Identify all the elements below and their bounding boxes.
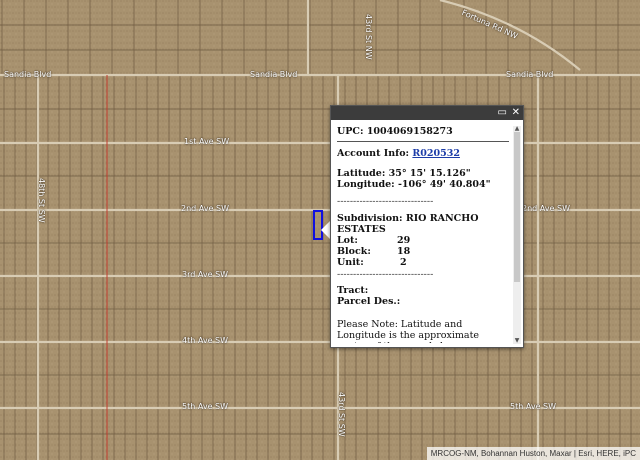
road-label-43rd-nw: 43rd St NW: [364, 14, 373, 60]
road-label-48th-sw: 48th St SW: [37, 178, 46, 223]
latitude-line: Latitude: 35° 15' 15.126": [337, 168, 471, 179]
maximize-icon[interactable]: ▭: [498, 106, 507, 120]
popup-scrollbar[interactable]: ▲ ▼: [513, 126, 521, 344]
disclaimer-note: Please Note: Latitude and Longitude is t…: [337, 319, 480, 343]
account-link[interactable]: R020532: [412, 148, 460, 159]
road-label-sandia-w: Sandia Blvd: [4, 70, 52, 79]
scroll-down-icon[interactable]: ▼: [513, 338, 521, 344]
road-label-sandia-e: Sandia Blvd: [506, 70, 554, 79]
road-label-1st-ave: 1st Ave SW: [184, 137, 230, 146]
road-label-5th-ave: 5th Ave SW: [182, 402, 229, 411]
road-label-5th-ave-e: 5th Ave SW: [510, 402, 557, 411]
lot-row: Lot: 29: [337, 235, 411, 246]
road-label-43rd-sw: 43rd St SW: [337, 392, 346, 437]
longitude-line: Longitude: -106° 49' 40.804": [337, 179, 491, 190]
road-label-sandia-c: Sandia Blvd: [250, 70, 298, 79]
parcel-info-popup: ▭ ✕ UPC: 1004069158273 Account Info: R02…: [330, 105, 524, 348]
tract-line: Tract:: [337, 285, 369, 296]
close-icon[interactable]: ✕: [512, 106, 520, 120]
block-row: Block: 18: [337, 246, 411, 257]
popup-titlebar: ▭ ✕: [331, 106, 523, 120]
road-label-4th-ave: 4th Ave SW: [182, 336, 229, 345]
popup-content: UPC: 1004069158273 Account Info: R020532…: [337, 126, 509, 343]
road-label-2nd-ave: 2nd Ave SW: [181, 204, 229, 213]
map-attribution: MRCOG-NM, Bohannan Huston, Maxar | Esri,…: [426, 447, 640, 460]
subdivision-line: Subdivision: RIO RANCHO ESTATES: [337, 213, 479, 235]
road-label-2nd-ave-e: 2nd Ave SW: [522, 204, 570, 213]
divider: [337, 141, 509, 142]
road-label-3rd-ave: 3rd Ave SW: [182, 270, 229, 279]
dash-divider: ------------------------------: [337, 196, 434, 207]
parcel-des-line: Parcel Des.:: [337, 296, 401, 307]
unit-row: Unit: 2: [337, 257, 407, 268]
upc-line: UPC: 1004069158273: [337, 126, 453, 137]
account-line: Account Info: R020532: [337, 148, 460, 159]
scroll-thumb[interactable]: [514, 132, 520, 282]
dash-divider-2: ------------------------------: [337, 269, 434, 280]
